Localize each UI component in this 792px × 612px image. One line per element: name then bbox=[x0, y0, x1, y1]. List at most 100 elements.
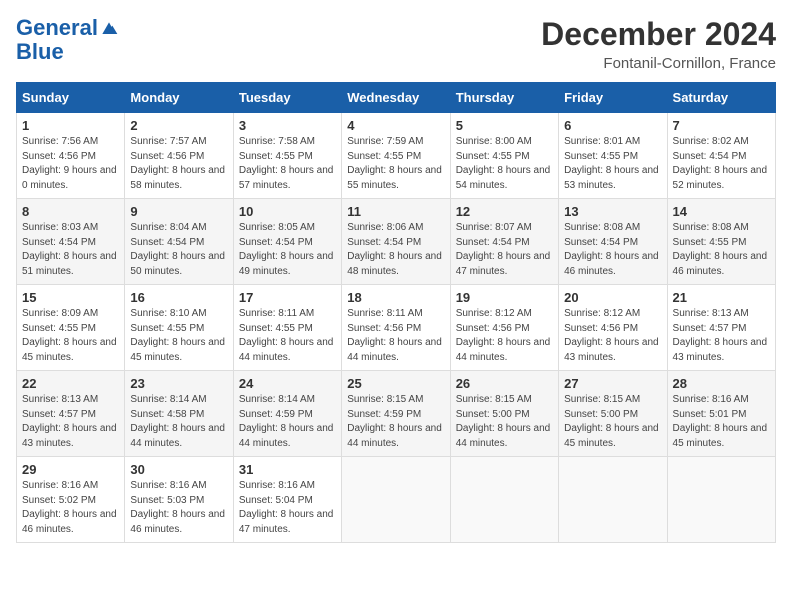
calendar-cell: 31Sunrise: 8:16 AMSunset: 5:04 PMDayligh… bbox=[233, 457, 341, 543]
day-info: Sunrise: 8:12 AMSunset: 4:56 PMDaylight:… bbox=[564, 307, 661, 365]
day-info: Sunrise: 7:58 AMSunset: 4:55 PMDaylight:… bbox=[239, 135, 336, 193]
calendar-week-4: 22Sunrise: 8:13 AMSunset: 4:57 PMDayligh… bbox=[17, 371, 776, 457]
sunrise-label: Sunrise: 8:02 AM bbox=[673, 136, 749, 147]
day-number: 5 bbox=[456, 118, 553, 133]
logo-text: General bbox=[16, 16, 119, 40]
daylight-label: Daylight: 8 hours and 45 minutes. bbox=[564, 423, 659, 449]
daylight-label: Daylight: 8 hours and 44 minutes. bbox=[347, 423, 442, 449]
day-info: Sunrise: 8:16 AMSunset: 5:03 PMDaylight:… bbox=[130, 479, 227, 537]
daylight-label: Daylight: 8 hours and 44 minutes. bbox=[456, 423, 551, 449]
calendar-cell: 10Sunrise: 8:05 AMSunset: 4:54 PMDayligh… bbox=[233, 199, 341, 285]
sunrise-label: Sunrise: 8:16 AM bbox=[22, 480, 98, 491]
daylight-label: Daylight: 8 hours and 52 minutes. bbox=[673, 165, 768, 191]
day-number: 6 bbox=[564, 118, 661, 133]
day-info: Sunrise: 8:13 AMSunset: 4:57 PMDaylight:… bbox=[673, 307, 770, 365]
sunset-label: Sunset: 4:55 PM bbox=[239, 151, 313, 162]
day-number: 14 bbox=[673, 204, 770, 219]
calendar-cell: 24Sunrise: 8:14 AMSunset: 4:59 PMDayligh… bbox=[233, 371, 341, 457]
calendar-cell: 23Sunrise: 8:14 AMSunset: 4:58 PMDayligh… bbox=[125, 371, 233, 457]
sunrise-label: Sunrise: 8:11 AM bbox=[347, 308, 422, 319]
sunrise-label: Sunrise: 8:13 AM bbox=[22, 394, 98, 405]
calendar-cell: 27Sunrise: 8:15 AMSunset: 5:00 PMDayligh… bbox=[559, 371, 667, 457]
daylight-label: Daylight: 8 hours and 58 minutes. bbox=[130, 165, 225, 191]
sunset-label: Sunset: 4:55 PM bbox=[239, 323, 313, 334]
daylight-label: Daylight: 8 hours and 57 minutes. bbox=[239, 165, 334, 191]
sunrise-label: Sunrise: 8:04 AM bbox=[130, 222, 206, 233]
sunset-label: Sunset: 4:55 PM bbox=[22, 323, 96, 334]
calendar-body: 1 Sunrise: 7:56 AM Sunset: 4:56 PM Daylight… bbox=[17, 113, 776, 543]
logo-icon bbox=[99, 19, 119, 39]
day-number: 18 bbox=[347, 290, 444, 305]
day-number: 2 bbox=[130, 118, 227, 133]
calendar-cell: 17Sunrise: 8:11 AMSunset: 4:55 PMDayligh… bbox=[233, 285, 341, 371]
daylight-label: Daylight: 8 hours and 43 minutes. bbox=[673, 337, 768, 363]
calendar-cell: 25Sunrise: 8:15 AMSunset: 4:59 PMDayligh… bbox=[342, 371, 450, 457]
sunset-label: Sunset: 5:02 PM bbox=[22, 495, 96, 506]
sunset-label: Sunset: 4:54 PM bbox=[239, 237, 313, 248]
day-number: 21 bbox=[673, 290, 770, 305]
calendar-cell: 9Sunrise: 8:04 AMSunset: 4:54 PMDaylight… bbox=[125, 199, 233, 285]
sunrise-label: Sunrise: 8:15 AM bbox=[347, 394, 423, 405]
day-info: Sunrise: 8:07 AMSunset: 4:54 PMDaylight:… bbox=[456, 221, 553, 279]
day-info: Sunrise: 8:15 AMSunset: 5:00 PMDaylight:… bbox=[456, 393, 553, 451]
day-number: 20 bbox=[564, 290, 661, 305]
calendar-cell: 15Sunrise: 8:09 AMSunset: 4:55 PMDayligh… bbox=[17, 285, 125, 371]
sunset-label: Sunset: 4:56 PM bbox=[564, 323, 638, 334]
daylight-label: Daylight: 8 hours and 50 minutes. bbox=[130, 251, 225, 277]
day-number: 1 bbox=[22, 118, 119, 133]
day-info: Sunrise: 7:56 AMSunset: 4:56 PMDaylight:… bbox=[22, 135, 119, 193]
daylight-label: Daylight: 8 hours and 54 minutes. bbox=[456, 165, 551, 191]
sunrise-label: Sunrise: 8:03 AM bbox=[22, 222, 98, 233]
sunset-label: Sunset: 4:56 PM bbox=[22, 151, 96, 162]
col-friday: Friday bbox=[559, 83, 667, 113]
sunrise-label: Sunrise: 8:15 AM bbox=[456, 394, 532, 405]
calendar-cell: 30Sunrise: 8:16 AMSunset: 5:03 PMDayligh… bbox=[125, 457, 233, 543]
sunset-label: Sunset: 4:55 PM bbox=[347, 151, 421, 162]
day-number: 11 bbox=[347, 204, 444, 219]
day-number: 29 bbox=[22, 462, 119, 477]
sunrise-label: Sunrise: 8:05 AM bbox=[239, 222, 315, 233]
day-info: Sunrise: 8:08 AMSunset: 4:55 PMDaylight:… bbox=[673, 221, 770, 279]
calendar-cell: 18 Sunrise: 8:11 AMSunset: 4:56 PMDayligh… bbox=[342, 285, 450, 371]
sunrise-label: Sunrise: 8:06 AM bbox=[347, 222, 423, 233]
day-info: Sunrise: 8:01 AMSunset: 4:55 PMDaylight:… bbox=[564, 135, 661, 193]
daylight-label: Daylight: 8 hours and 46 minutes. bbox=[130, 509, 225, 535]
day-info: Sunrise: 8:06 AMSunset: 4:54 PMDaylight:… bbox=[347, 221, 444, 279]
sunset-label: Sunset: 4:54 PM bbox=[456, 237, 530, 248]
sunset-label: Sunset: 4:57 PM bbox=[673, 323, 747, 334]
day-number: 23 bbox=[130, 376, 227, 391]
daylight-label: Daylight: 8 hours and 44 minutes. bbox=[239, 423, 334, 449]
sunrise-label: Sunrise: 8:08 AM bbox=[564, 222, 640, 233]
sunrise-label: Sunrise: 8:00 AM bbox=[456, 136, 532, 147]
sunrise-label: Sunrise: 8:16 AM bbox=[673, 394, 749, 405]
calendar-cell: 22Sunrise: 8:13 AMSunset: 4:57 PMDayligh… bbox=[17, 371, 125, 457]
title-block: December 2024 Fontanil-Cornillon, France bbox=[541, 16, 776, 72]
sunrise-label: Sunrise: 8:08 AM bbox=[673, 222, 749, 233]
day-info: Sunrise: 7:57 AMSunset: 4:56 PMDaylight:… bbox=[130, 135, 227, 193]
sunset-label: Sunset: 5:04 PM bbox=[239, 495, 313, 506]
calendar-week-2: 8Sunrise: 8:03 AMSunset: 4:54 PMDaylight… bbox=[17, 199, 776, 285]
sunrise-label: Sunrise: 8:15 AM bbox=[564, 394, 640, 405]
calendar-cell: 4Sunrise: 7:59 AMSunset: 4:55 PMDaylight… bbox=[342, 113, 450, 199]
sunrise-label: Sunrise: 7:56 AM bbox=[22, 136, 98, 147]
col-tuesday: Tuesday bbox=[233, 83, 341, 113]
sunset-label: Sunset: 4:55 PM bbox=[564, 151, 638, 162]
sunset-label: Sunset: 4:54 PM bbox=[130, 237, 204, 248]
day-info: Sunrise: 8:16 AMSunset: 5:01 PMDaylight:… bbox=[673, 393, 770, 451]
col-monday: Monday bbox=[125, 83, 233, 113]
calendar-cell bbox=[559, 457, 667, 543]
sunset-label: Sunset: 4:59 PM bbox=[347, 409, 421, 420]
day-info: Sunrise: 8:11 AMSunset: 4:56 PMDaylight:… bbox=[347, 307, 444, 365]
sunset-label: Sunset: 4:54 PM bbox=[564, 237, 638, 248]
sunset-label: Sunset: 4:54 PM bbox=[22, 237, 96, 248]
calendar-table: Sunday Monday Tuesday Wednesday Thursday… bbox=[16, 82, 776, 543]
col-wednesday: Wednesday bbox=[342, 83, 450, 113]
daylight-label: Daylight: 8 hours and 44 minutes. bbox=[239, 337, 334, 363]
day-info: Sunrise: 8:13 AMSunset: 4:57 PMDaylight:… bbox=[22, 393, 119, 451]
calendar-week-5: 29 Sunrise: 8:16 AM Sunset: 5:02 PM Dayligh… bbox=[17, 457, 776, 543]
day-info: Sunrise: 8:16 AMSunset: 5:04 PMDaylight:… bbox=[239, 479, 336, 537]
calendar-cell bbox=[667, 457, 775, 543]
calendar-cell: 7Sunrise: 8:02 AMSunset: 4:54 PMDaylight… bbox=[667, 113, 775, 199]
day-number: 10 bbox=[239, 204, 336, 219]
col-thursday: Thursday bbox=[450, 83, 558, 113]
